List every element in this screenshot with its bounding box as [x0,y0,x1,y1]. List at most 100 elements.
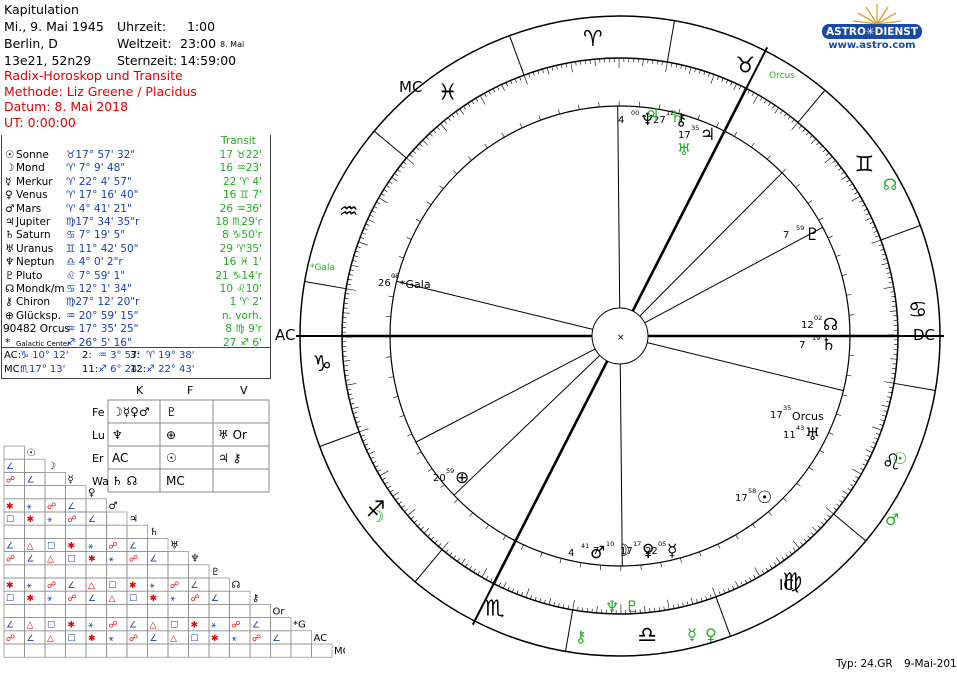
degree-tick [727,587,730,592]
inner-tick [660,562,662,568]
degree-tick [444,120,448,124]
natal-planet-glyph: Orcus [792,410,824,423]
degree-tick [852,468,862,475]
aspect-symbol: ⚹ [232,634,238,644]
aspect-cell [229,590,251,605]
degree-tick [644,605,646,613]
planet-name: Uranus [16,242,54,255]
method-line-1: Radix-Horoskop und Transite [4,68,183,83]
planet-row: 90482 Orcus ♒ 17° 35' 25" 8 ♍ 9'r [2,323,270,337]
aspect-symbol: ☍ [232,621,241,631]
inner-tick [818,217,824,221]
footer-date: 9-Mai-2018 [904,658,957,670]
degree-tick [859,200,863,203]
uhrzeit-value: 1:00 [187,19,216,34]
degree-tick [875,235,880,238]
inner-tick [416,451,422,455]
planet-glyph: ♃ [5,216,15,228]
aspect-cell [126,643,148,658]
degree-tick [787,116,791,120]
degree-tick [511,588,515,593]
house-cusp-line [647,342,844,392]
degree-tick [792,540,800,549]
degree-tick [406,157,415,165]
degree-tick [869,221,874,224]
uhrzeit-label: Uhrzeit: [117,19,167,34]
aspect-cell [44,643,66,658]
degree-tick [865,217,872,221]
zodiac-sign-glyph: ♏ [485,596,505,621]
planet-row: ☊ Mondk/m ♋ 12° 1' 34" 10 ♌10' [2,283,270,297]
degree-tick [859,467,864,471]
degree-tick [838,167,842,171]
aspect-symbol: ⚹ [47,515,53,525]
aspect-symbol: ☐ [6,594,14,604]
degree-tick [852,480,857,483]
inner-tick [752,523,756,529]
degree-tick [366,448,371,451]
kfv-header-v: V [240,384,248,397]
degree-tick [548,597,552,605]
aspect-cell [147,564,169,579]
degree-tick [363,227,368,231]
degree-tick [833,507,837,511]
degree-tick [372,460,377,464]
planet-position: ♊ 11° 42' 50" [66,242,139,255]
planet-transit: 8 ♍ 9'r [225,323,262,336]
planet-name: Sonne [16,149,49,161]
aspect-symbol: ☍ [129,634,138,644]
planet-row: ♃ Jupiter ♍17° 34' 35"r 18 ♏29'r [2,216,270,230]
degree-tick [371,210,376,213]
degree-tick [430,536,435,541]
degree-tick [827,514,831,518]
planet-glyph: ♇ [5,269,15,282]
planet-row: ☽ Mond ♈ 7° 9' 48" 16 ♒23' [2,162,270,176]
natal-planet-glyph: ♃ [700,125,715,145]
inner-tick [502,535,506,541]
degree-tick [410,516,415,520]
kfv-row-label: Fe [92,406,105,419]
aspect-symbol: ✱ [129,581,137,591]
inner-tick [538,115,541,121]
aspect-symbol: ∠ [211,594,219,604]
inner-tick [846,294,852,296]
planet-row: ♀ Venus ♈ 17° 16' 40" 16 ♊ 7' [2,189,270,203]
planet-glyph: ⚷ [5,296,13,309]
sign-boundary [880,225,921,241]
degree-tick [866,454,871,458]
planet-row: ⊕ Glücksp. ♒ 20° 59' 15" n. vorh. [2,310,270,324]
aspect-cell [24,458,46,473]
planet-transit: 29 ♈35' [219,242,262,255]
degree-tick [754,567,761,577]
degree-tick [520,592,523,596]
inner-tick [415,218,421,222]
transit-planet-glyph: ♇ [625,597,639,616]
inner-tick [558,109,560,115]
degree-tick [810,138,817,144]
degree-tick [384,481,389,485]
degree-tick [870,446,875,449]
planet-position: ♎ 4° 0' 2"r [66,256,123,269]
degree-tick [516,590,519,595]
degree-tick [351,264,359,268]
degree-tick [851,187,856,191]
aspect-symbol: ☍ [170,581,179,591]
aspect-symbol: ✱ [27,515,35,525]
degree-tick [723,589,726,594]
zodiac-sign-glyph: ♓ [438,81,458,106]
aspect-cell [188,643,210,658]
inner-tick [716,122,719,128]
aspect-cell [44,485,66,500]
inner-tick [519,123,523,129]
aspect-symbol: ✱ [6,581,14,591]
inner-tick [501,132,505,138]
planet-position: ♈ 4° 41' 21" [66,202,132,215]
degree-tick [855,476,859,479]
planet-name: Saturn [16,229,51,242]
aspect-symbol: ∠ [150,555,158,565]
planet-position: ♋ 7° 19' 5" [66,229,126,242]
degree-tick [809,135,813,139]
aspect-symbol: ∠ [27,555,35,565]
transit-planet-glyph: ☿ [687,625,697,644]
kfv-header-k: K [136,384,144,397]
